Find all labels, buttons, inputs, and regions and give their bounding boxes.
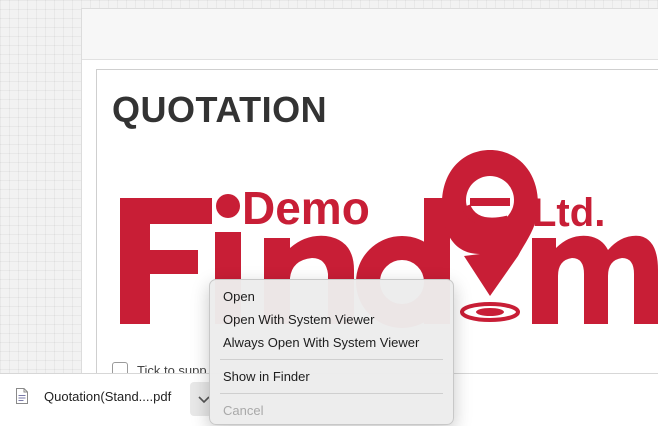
download-file-name: Quotation(Stand....pdf (44, 388, 172, 404)
menu-item-open-with-system-viewer[interactable]: Open With System Viewer (210, 308, 453, 331)
logo-demo-text: Demo (242, 182, 370, 234)
menu-item-cancel: Cancel (223, 403, 264, 418)
download-context-menu: Open Open With System Viewer Always Open… (209, 279, 454, 425)
pdf-file-icon (16, 388, 28, 404)
menu-item-show-in-finder[interactable]: Show in Finder (210, 365, 453, 388)
download-item[interactable]: Quotation(Stand....pdf (16, 388, 171, 404)
viewer-top-area (82, 9, 658, 60)
logo-ltd-text: Ltd. (532, 191, 605, 235)
menu-separator (220, 393, 443, 394)
document-title: QUOTATION (112, 89, 328, 130)
menu-item-always-open-with-system-viewer[interactable]: Always Open With System Viewer (210, 331, 453, 354)
menu-item-open[interactable]: Open (210, 285, 453, 308)
menu-separator (220, 359, 443, 360)
